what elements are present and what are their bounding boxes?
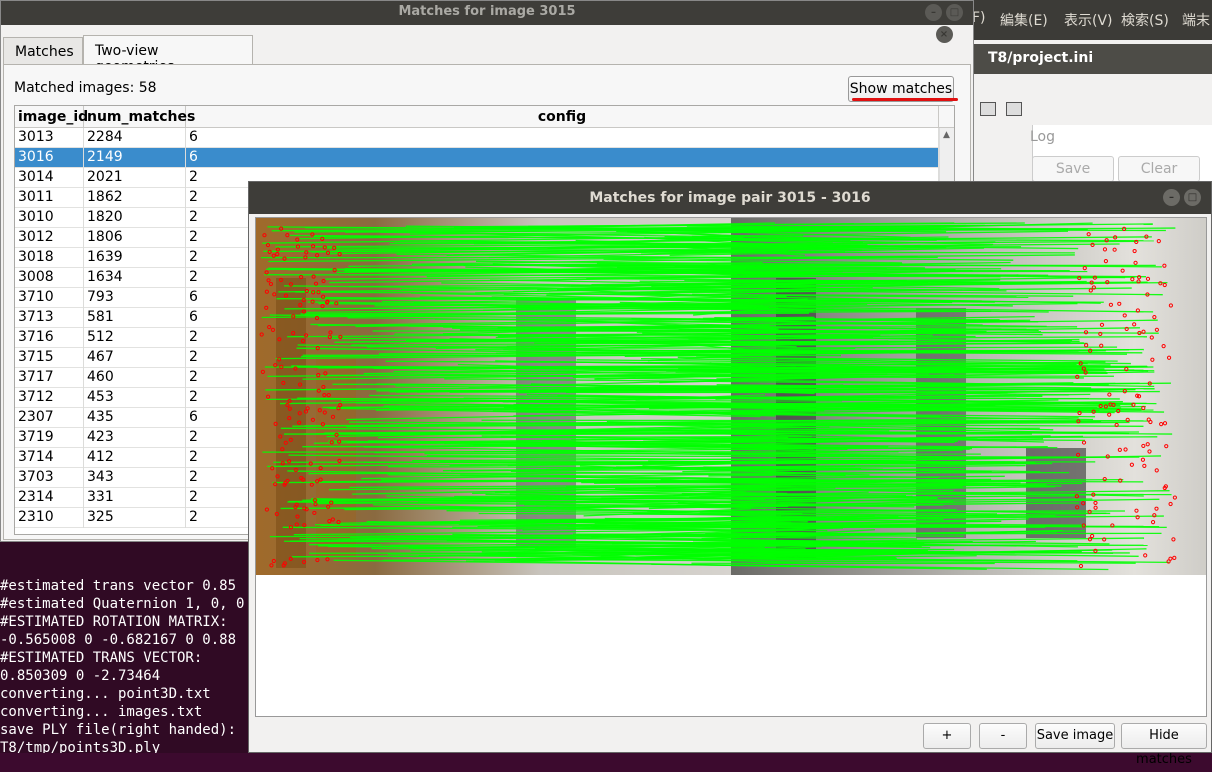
cell-image-id: 3719 [15, 428, 84, 448]
cell-image-id: 3715 [15, 348, 84, 368]
cell-num-matches: 1862 [84, 188, 186, 208]
cell-image-id: 3013 [15, 128, 84, 148]
terminal-output: #estimated trans vector 0.85#estimated Q… [0, 540, 260, 753]
match-visualization [256, 218, 1206, 575]
cell-num-matches: 1806 [84, 228, 186, 248]
menu-search[interactable]: 検索(S) [1121, 10, 1169, 30]
image-icon[interactable] [980, 102, 996, 116]
log-save-button[interactable]: Save [1032, 156, 1114, 182]
cell-num-matches: 343 [84, 468, 186, 488]
matches-window-titlebar[interactable]: Matches for image 3015 –□× [1, 1, 973, 25]
close-icon[interactable]: × [936, 26, 953, 43]
cell-num-matches: 423 [84, 428, 186, 448]
cell-image-id: 3712 [15, 388, 84, 408]
project-title: T8/project.ini [960, 44, 1212, 74]
cell-num-matches: 2021 [84, 168, 186, 188]
cell-image-id: 3018 [15, 248, 84, 268]
terminal-line: 0.850309 0 -2.73464 [0, 667, 260, 685]
cell-image-id: 2314 [15, 488, 84, 508]
cell-num-matches: 512 [84, 328, 186, 348]
cell-num-matches: 1639 [84, 248, 186, 268]
window-title: Matches for image 3015 [398, 4, 575, 19]
cell-image-id: 2307 [15, 408, 84, 428]
cell-image-id: 3011 [15, 188, 84, 208]
tab-two-view-geometries[interactable]: Two-view geometries [83, 35, 253, 65]
log-label: Log [1030, 129, 1055, 145]
terminal-line: #ESTIMATED TRANS VECTOR: [0, 649, 260, 667]
cell-num-matches: 412 [84, 448, 186, 468]
hide-matches-button[interactable]: Hide matches [1121, 723, 1207, 749]
terminal-line: #estimated Quaternion 1, 0, 0 [0, 595, 260, 613]
terminal-line: #ESTIMATED ROTATION MATRIX: [0, 613, 260, 631]
column-num-matches[interactable]: num_matches [84, 106, 186, 128]
menu-edit[interactable]: 編集(E) [1000, 10, 1048, 30]
cell-image-id: 3012 [15, 228, 84, 248]
save-image-button[interactable]: Save image [1035, 723, 1115, 749]
table-row[interactable]: 301322846 [15, 128, 939, 148]
cell-image-id: 2310 [15, 508, 84, 528]
cell-image-id: 3014 [15, 168, 84, 188]
cell-image-id: 3717 [15, 368, 84, 388]
menu-bar: F) 編集(E) 表示(V) 検索(S) 端末 [960, 0, 1212, 40]
cell-num-matches: 435 [84, 408, 186, 428]
table-header: image_id num_matches config [15, 106, 954, 128]
terminal-line: T8/tmp/points3D.ply [0, 739, 260, 753]
log-clear-button[interactable]: Clear [1118, 156, 1200, 182]
matched-images-count: Matched images: 58 [14, 80, 157, 96]
menu-view[interactable]: 表示(V) [1064, 10, 1113, 30]
tab-matches[interactable]: Matches [3, 37, 83, 65]
cell-num-matches: 467 [84, 348, 186, 368]
cell-num-matches: 460 [84, 368, 186, 388]
film-icon[interactable] [1006, 102, 1022, 116]
table-row[interactable]: 301621496 [15, 148, 939, 168]
match-canvas [255, 217, 1207, 717]
cell-num-matches: 325 [84, 508, 186, 528]
minimize-icon[interactable]: – [925, 4, 942, 21]
cell-image-id: 3703 [15, 468, 84, 488]
cell-image-id: 3716 [15, 328, 84, 348]
cell-image-id: 3010 [15, 208, 84, 228]
cell-image-id: 3714 [15, 448, 84, 468]
cell-num-matches: 1634 [84, 268, 186, 288]
cell-config: 6 [186, 128, 939, 148]
window-title: Matches for image pair 3015 - 3016 [589, 190, 870, 206]
maximize-icon[interactable]: □ [946, 4, 963, 21]
menu-file[interactable]: F) [972, 10, 986, 26]
terminal-line: #estimated trans vector 0.85 [0, 577, 260, 595]
cell-num-matches: 1820 [84, 208, 186, 228]
toolbar [960, 96, 1212, 126]
cell-num-matches: 331 [84, 488, 186, 508]
maximize-icon[interactable]: □ [1184, 189, 1201, 206]
terminal-line: -0.565008 0 -0.682167 0 0.88 [0, 631, 260, 649]
cell-image-id: 3713 [15, 308, 84, 328]
minimize-icon[interactable]: – [1163, 189, 1180, 206]
cell-num-matches: 453 [84, 388, 186, 408]
cell-num-matches: 2284 [84, 128, 186, 148]
zoom-out-button[interactable]: - [979, 723, 1027, 749]
cell-image-id: 3016 [15, 148, 84, 168]
terminal-line: converting... images.txt [0, 703, 260, 721]
background-app-window: F) 編集(E) 表示(V) 検索(S) 端末 T8/project.ini L… [960, 0, 1212, 190]
cell-num-matches: 793 [84, 288, 186, 308]
terminal-line: save PLY file(right handed): [0, 721, 260, 739]
zoom-in-button[interactable]: + [923, 723, 971, 749]
annotation-underline [852, 98, 958, 101]
cell-image-id: 3710 [15, 288, 84, 308]
pair-window-titlebar[interactable]: Matches for image pair 3015 - 3016 –□× [249, 182, 1211, 214]
cell-image-id: 3008 [15, 268, 84, 288]
cell-config: 6 [186, 148, 939, 168]
column-image-id[interactable]: image_id [15, 106, 84, 128]
bottom-toolbar: + - Save image Hide matches [249, 723, 1211, 749]
cell-num-matches: 581 [84, 308, 186, 328]
match-visualization-svg [256, 218, 1206, 575]
pair-window: Matches for image pair 3015 - 3016 –□× +… [248, 181, 1212, 753]
terminal-line: converting... point3D.txt [0, 685, 260, 703]
scroll-up-icon[interactable]: ▲ [943, 130, 950, 140]
menu-terminal[interactable]: 端末 [1182, 10, 1210, 30]
column-config[interactable]: config [186, 106, 939, 128]
cell-num-matches: 2149 [84, 148, 186, 168]
